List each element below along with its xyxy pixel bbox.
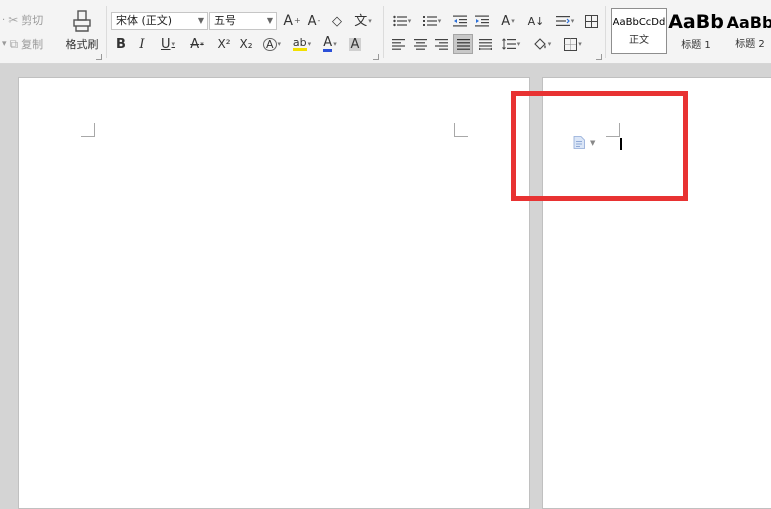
style-heading-2[interactable]: AaBb 标题 2 (725, 8, 771, 54)
ribbon-toolbar: · ✂ 剪切 ▾ ⧉ 复制 格式刷 宋体 (正文) ▼ 五号 ▼ A + A -… (0, 0, 771, 64)
chevron-down-icon: ▼ (266, 16, 273, 25)
style-heading-1[interactable]: AaBb 标题 1 (668, 8, 724, 54)
style-name: 标题 1 (681, 40, 711, 51)
align-right-button[interactable] (432, 35, 450, 53)
cut-button[interactable]: · ✂ 剪切 (2, 12, 43, 28)
numbered-list-icon (422, 16, 437, 26)
paragraph-marks-icon (555, 16, 570, 26)
format-painter-button[interactable]: 格式刷 (64, 10, 100, 54)
shrink-font-icon: A (307, 13, 317, 29)
text-effect-icon: A (262, 37, 277, 51)
text-direction-icon: A (501, 13, 511, 29)
underline-icon: U (160, 36, 171, 52)
pinyin-icon: 文 (354, 13, 368, 29)
justify-button[interactable] (453, 34, 473, 54)
line-spacing-button[interactable]: ▾ (498, 35, 524, 53)
show-grid-button[interactable] (582, 12, 600, 30)
bold-button[interactable]: B (113, 35, 129, 53)
style-normal[interactable]: AaBbCcDd 正文 (611, 8, 667, 54)
highlight-annotation (511, 91, 688, 201)
borders-button[interactable]: ▾ (560, 35, 586, 53)
bullet-list-icon (393, 15, 407, 27)
margin-corner-marker (454, 123, 468, 137)
char-shading-icon: A (348, 36, 362, 52)
font-launcher[interactable] (373, 54, 379, 60)
pinyin-guide-button[interactable]: 文 ▾ (350, 12, 376, 30)
line-break-button[interactable]: ▾ (552, 12, 578, 30)
style-name: 标题 2 (735, 38, 765, 50)
subscript-button[interactable]: X₂ (236, 35, 256, 53)
sort-icon: A↓ (527, 14, 545, 28)
font-size-value: 五号 (214, 14, 236, 27)
align-left-button[interactable] (389, 35, 407, 53)
borders-icon (564, 37, 578, 51)
format-painter-icon (73, 10, 91, 32)
justify-icon (456, 38, 470, 50)
italic-button[interactable]: I (135, 35, 149, 53)
distributed-align-icon (478, 38, 492, 50)
format-painter-label: 格式刷 (65, 38, 99, 51)
strikethrough-button[interactable]: A ▾ (184, 35, 210, 53)
sort-button[interactable]: A↓ (526, 12, 546, 30)
chevron-down-icon: ▼ (197, 16, 204, 25)
align-left-icon (391, 38, 405, 50)
grow-font-icon: A (283, 13, 293, 29)
align-right-icon (434, 38, 448, 50)
font-color-icon: A (323, 35, 333, 52)
align-center-icon (413, 38, 427, 50)
copy-icon: ⧉ (9, 36, 19, 51)
font-family-value: 宋体 (正文) (116, 14, 173, 27)
subscript-icon: X₂ (239, 37, 253, 51)
decrease-indent-icon (453, 15, 467, 27)
highlight-icon: ab (292, 36, 307, 51)
grow-font-button[interactable]: A + (282, 12, 302, 30)
decrease-indent-button[interactable] (451, 12, 469, 30)
separator (106, 6, 107, 58)
margin-corner-marker (81, 123, 95, 137)
highlight-color-button[interactable]: ab ▾ (289, 35, 315, 53)
eraser-icon: ◇ (332, 13, 342, 29)
increase-indent-icon (475, 15, 489, 27)
font-color-button[interactable]: A ▾ (318, 35, 342, 53)
line-spacing-icon (501, 38, 516, 50)
scissors-icon: ✂ (8, 13, 19, 27)
paragraph-launcher[interactable] (596, 54, 602, 60)
separator (383, 6, 384, 58)
copy-label: 复制 (21, 38, 44, 51)
style-sample: AaBb (726, 12, 771, 32)
grid-icon (584, 14, 598, 28)
superscript-button[interactable]: X² (214, 35, 234, 53)
italic-icon: I (139, 36, 145, 52)
bullets-button[interactable]: ▾ (389, 12, 415, 30)
cut-label: 剪切 (21, 14, 44, 27)
char-shading-button[interactable]: A (346, 35, 364, 53)
page-1[interactable] (18, 77, 530, 509)
text-direction-button[interactable]: A ▾ (496, 12, 520, 30)
shrink-font-button[interactable]: A- (304, 12, 324, 30)
wps-writer-window: · ✂ 剪切 ▾ ⧉ 复制 格式刷 宋体 (正文) ▼ 五号 ▼ A + A -… (0, 0, 771, 509)
increase-indent-button[interactable] (473, 12, 491, 30)
clear-format-button[interactable]: ◇ (327, 12, 347, 30)
text-effect-button[interactable]: A ▾ (259, 35, 285, 53)
superscript-icon: X² (217, 37, 231, 51)
separator (605, 6, 606, 58)
font-size-select[interactable]: 五号 ▼ (209, 12, 277, 30)
copy-button[interactable]: ▾ ⧉ 复制 (2, 36, 43, 52)
bold-icon: B (116, 36, 126, 52)
numbering-button[interactable]: ▾ (419, 12, 445, 30)
font-family-select[interactable]: 宋体 (正文) ▼ (111, 12, 208, 30)
underline-button[interactable]: U ▾ (155, 35, 181, 53)
align-center-button[interactable] (411, 35, 429, 53)
distribute-button[interactable] (476, 35, 494, 53)
style-sample: AaBb (668, 11, 724, 33)
strikethrough-icon: A (190, 36, 200, 52)
style-sample: AaBbCcDd (612, 16, 666, 28)
paint-bucket-icon (533, 37, 546, 50)
shading-button[interactable]: ▾ (529, 35, 555, 53)
style-name: 正文 (629, 34, 649, 46)
clipboard-launcher[interactable] (96, 54, 102, 60)
